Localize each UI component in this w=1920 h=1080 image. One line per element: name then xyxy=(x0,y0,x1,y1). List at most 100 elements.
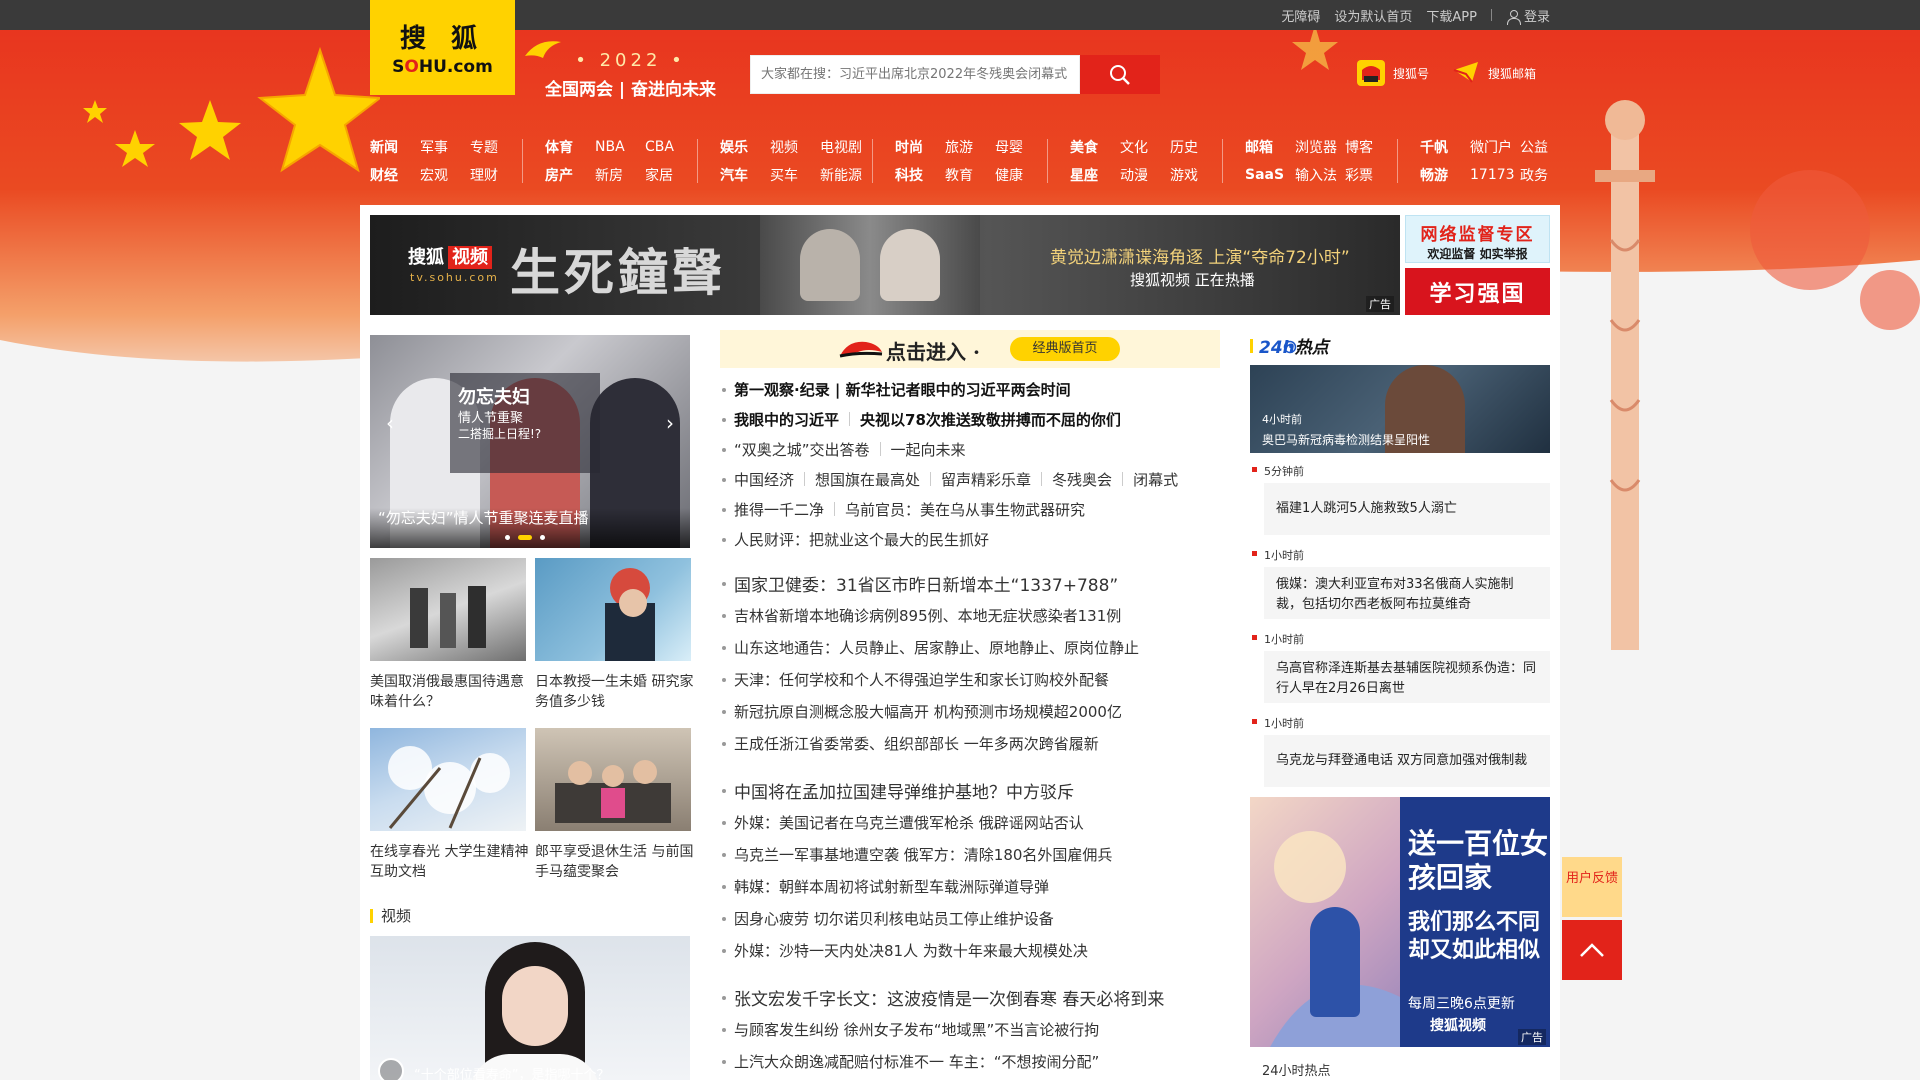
thumb-image[interactable] xyxy=(535,558,691,661)
play-icon[interactable] xyxy=(378,1058,404,1080)
nav-item[interactable]: 游戏 xyxy=(1170,165,1220,185)
back-to-top-button[interactable] xyxy=(1562,920,1622,980)
thumb-caption[interactable]: 郎平享受退休生活 与前国手马蕴雯聚会 xyxy=(535,842,695,882)
nav-item[interactable]: 彩票 xyxy=(1345,165,1395,185)
nav-item[interactable]: 时尚 xyxy=(895,137,945,157)
news-item[interactable]: 乌克兰一军事基地遭空袭 俄军方：清除180名外国雇佣兵 xyxy=(720,838,1220,870)
thumb-image[interactable] xyxy=(535,728,691,831)
nav-item[interactable]: SaaS xyxy=(1245,167,1295,183)
carousel-caption[interactable]: “勿忘夫妇”情人节重聚连麦直播 xyxy=(378,507,589,528)
nav-item[interactable]: 微门户 xyxy=(1470,137,1520,157)
nav-item[interactable]: 宏观 xyxy=(420,165,470,185)
carousel-dot-active[interactable] xyxy=(518,535,532,540)
nav-item[interactable]: 视频 xyxy=(770,137,820,157)
news-item[interactable]: 山东这地通告：人员静止、居家静止、原地静止、原岗位静止 xyxy=(720,631,1220,663)
nav-item[interactable]: 科技 xyxy=(895,165,945,185)
nav-item[interactable]: 美食 xyxy=(1070,137,1120,157)
sohu-hao-link[interactable]: 搜狐号 xyxy=(1357,60,1429,86)
nav-item[interactable]: 买车 xyxy=(770,165,820,185)
classic-home-button[interactable]: 经典版首页 xyxy=(1010,337,1120,361)
nav-item[interactable]: 千帆 xyxy=(1420,137,1470,157)
nav-item[interactable]: 17173 xyxy=(1470,167,1520,183)
video-section-title[interactable]: 视频 xyxy=(370,905,411,926)
hot-top-image[interactable]: 4小时前 奥巴马新冠病毒检测结果呈阳性 xyxy=(1250,365,1550,453)
nav-item[interactable]: 政务 xyxy=(1520,165,1570,185)
hot-top-caption[interactable]: 奥巴马新冠病毒检测结果呈阳性 xyxy=(1262,431,1430,448)
accessibility-link[interactable]: 无障碍 xyxy=(1281,6,1320,25)
thumb-image[interactable] xyxy=(370,558,526,661)
news-item[interactable]: 第一观察·纪录 | 新华社记者眼中的习近平两会时间 xyxy=(720,374,1220,404)
news-item[interactable]: 王成任浙江省委常委、组织部部长 一年多两次跨省履新 xyxy=(720,727,1220,759)
sohu-mail-link[interactable]: 搜狐邮箱 xyxy=(1452,60,1536,86)
hot-item[interactable]: 1小时前 乌克龙与拜登通电话 双方同意加强对俄制裁 xyxy=(1250,715,1550,787)
nav-item[interactable]: 输入法 xyxy=(1295,165,1345,185)
nav-item[interactable]: 动漫 xyxy=(1120,165,1170,185)
download-app-link[interactable]: 下载APP xyxy=(1426,6,1477,25)
nav-item[interactable]: 娱乐 xyxy=(720,137,770,157)
nav-item[interactable]: 畅游 xyxy=(1420,165,1470,185)
search-button[interactable] xyxy=(1080,55,1160,94)
thumb-image[interactable] xyxy=(370,728,526,831)
nav-item[interactable]: 教育 xyxy=(945,165,995,185)
sohu-logo[interactable]: 搜 狐 SOHU.com xyxy=(370,0,515,95)
nav-item[interactable]: 军事 xyxy=(420,137,470,157)
hot-item[interactable]: 1小时前 乌高官称泽连斯基去基辅医院视频系伪造：同行人早在2月26日离世 xyxy=(1250,631,1550,703)
nav-item[interactable]: CBA xyxy=(645,139,695,155)
carousel-dot[interactable] xyxy=(505,535,510,540)
news-item[interactable]: “双奥之城”交出答卷 一起向未来 xyxy=(720,434,1220,464)
sohu-video-banner-ad[interactable]: 搜狐 视频 tv.sohu.com 生死鐘聲 黄觉边潇潇谍海角逐 上演“夺命72小… xyxy=(370,215,1400,315)
hot-item[interactable]: 1小时前 俄媒：澳大利亚宣布对33名俄商人实施制裁，包括切尔西老板阿布拉莫维奇 xyxy=(1250,547,1550,619)
nav-item[interactable]: 汽车 xyxy=(720,165,770,185)
hot-24h-title[interactable]: 24h热点 xyxy=(1250,333,1329,358)
video-player-thumb[interactable]: “十个部位看寿命”，是指哪十个？ xyxy=(370,936,690,1080)
nav-item[interactable]: 专题 xyxy=(470,137,520,157)
nav-item[interactable]: 体育 xyxy=(545,137,595,157)
login-link[interactable]: 登录 xyxy=(1506,6,1550,25)
news-item[interactable]: 人民财评：把就业这个最大的民生抓好 xyxy=(720,524,1220,554)
set-homepage-link[interactable]: 设为默认首页 xyxy=(1334,6,1412,25)
hot-item-text[interactable]: 乌克龙与拜登通电话 双方同意加强对俄制裁 xyxy=(1264,735,1550,787)
thumb-caption[interactable]: 在线享春光 大学生建精神互助文档 xyxy=(370,842,530,882)
news-item[interactable]: 推得一千二净 乌前官员：美在乌从事生物武器研究 xyxy=(720,494,1220,524)
nav-item[interactable]: 财经 xyxy=(370,165,420,185)
news-item[interactable]: 因身心疲劳 切尔诺贝利核电站员工停止维护设备 xyxy=(720,902,1220,934)
news-item[interactable]: 与顾客发生纠纷 徐州女子发布“地域黑”不当言论被行拘 xyxy=(720,1013,1220,1045)
nav-item[interactable]: 博客 xyxy=(1345,137,1395,157)
user-feedback-button[interactable]: 用户反馈 xyxy=(1562,857,1622,917)
nav-item[interactable]: 邮箱 xyxy=(1245,137,1295,157)
nav-item[interactable]: 健康 xyxy=(995,165,1045,185)
nav-item[interactable]: 房产 xyxy=(545,165,595,185)
carousel-dot[interactable] xyxy=(540,535,545,540)
carousel-prev-button[interactable]: ‹ xyxy=(386,411,394,435)
news-item[interactable]: 新冠抗原自测概念股大幅高开 机构预测市场规模超2000亿 xyxy=(720,695,1220,727)
xuexi-qiangguo-ad[interactable]: 学习强国 xyxy=(1405,268,1550,315)
hot-item-text[interactable]: 俄媒：澳大利亚宣布对33名俄商人实施制裁，包括切尔西老板阿布拉莫维奇 xyxy=(1264,567,1550,619)
focus-carousel[interactable]: 勿忘夫妇 情人节重聚 二搭掘上日程!? “勿忘夫妇”情人节重聚连麦直播 ‹ › xyxy=(370,335,690,548)
nav-item[interactable]: 家居 xyxy=(645,165,695,185)
nav-item[interactable]: 文化 xyxy=(1120,137,1170,157)
hot-24h-footer[interactable]: 24小时热点 xyxy=(1250,1060,1550,1080)
nav-item[interactable]: 新房 xyxy=(595,165,645,185)
two-sessions-slogan[interactable]: • 2022 • 全国两会 | 奋进向未来 xyxy=(525,41,716,100)
news-item[interactable]: 国家卫健委：31省区市昨日新增本土“1337+788” xyxy=(720,567,1220,599)
news-item[interactable]: 上汽大众朗逸减配赔付标准不一 车主：“不想按闹分配” xyxy=(720,1045,1220,1077)
nav-item[interactable]: 公益 xyxy=(1520,137,1570,157)
hot-item[interactable]: 5分钟前 福建1人跳河5人施救致5人溺亡 xyxy=(1250,463,1550,535)
nav-item[interactable]: 母婴 xyxy=(995,137,1045,157)
nav-item[interactable]: 历史 xyxy=(1170,137,1220,157)
search-input[interactable] xyxy=(751,56,1079,93)
news-item[interactable]: 外媒：美国记者在乌克兰遭俄军枪杀 俄辟谣网站否认 xyxy=(720,806,1220,838)
news-item[interactable]: 张文宏发千字长文：这波疫情是一次倒春寒 春天必将到来 xyxy=(720,981,1220,1013)
nav-item[interactable]: 星座 xyxy=(1070,165,1120,185)
nav-item[interactable]: 旅游 xyxy=(945,137,995,157)
thumb-caption[interactable]: 美国取消俄最惠国待遇意味着什么？ xyxy=(370,672,530,712)
news-item[interactable]: 中国将在孟加拉国建导弹维护基地？中方驳斥 xyxy=(720,774,1220,806)
news-item[interactable]: 韩媒：朝鲜本周初将试射新型车载洲际弹道导弹 xyxy=(720,870,1220,902)
nav-item[interactable]: 新闻 xyxy=(370,137,420,157)
hot-item-text[interactable]: 福建1人跳河5人施救致5人溺亡 xyxy=(1264,483,1550,535)
hot-item-text[interactable]: 乌高官称泽连斯基去基辅医院视频系伪造：同行人早在2月26日离世 xyxy=(1264,651,1550,703)
news-item[interactable]: 天津：任何学校和个人不得强迫学生和家长订购校外配餐 xyxy=(720,663,1220,695)
nav-item[interactable]: 理财 xyxy=(470,165,520,185)
nav-item[interactable]: 浏览器 xyxy=(1295,137,1345,157)
nav-item[interactable]: 新能源 xyxy=(820,165,870,185)
